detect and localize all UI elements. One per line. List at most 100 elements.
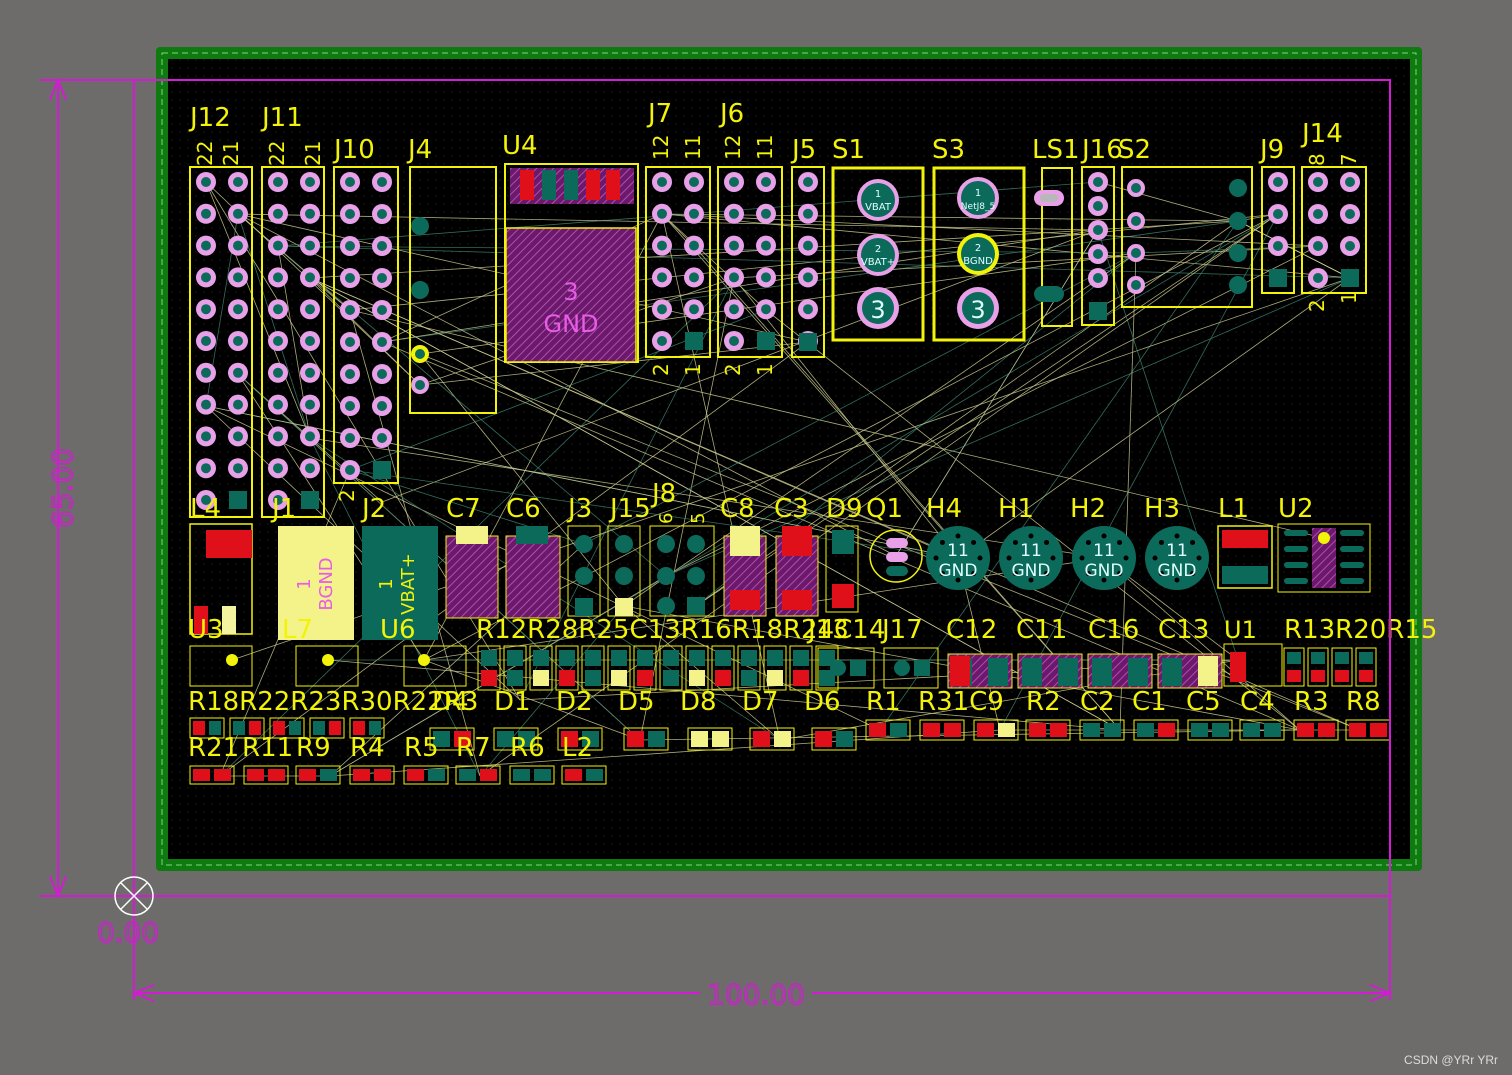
header-pad-hole xyxy=(305,240,315,251)
ref-designator: J13 xyxy=(806,615,849,645)
header-pad-hole xyxy=(1093,225,1103,235)
ref-designator: D7 xyxy=(742,687,779,717)
pin-number: 11 xyxy=(753,135,777,160)
pin-number: 2 xyxy=(1305,299,1329,312)
hole-net-label: GND xyxy=(1085,561,1124,581)
height-dimension-label: 65.00 xyxy=(46,448,79,528)
pin-number: 12 xyxy=(721,135,745,160)
header-pad-hole xyxy=(761,272,771,283)
header-pad-hole xyxy=(201,336,211,346)
ref-designator: R21 xyxy=(188,733,239,763)
ref-designator: R8 xyxy=(1346,687,1381,717)
header-pad-hole xyxy=(689,208,699,219)
header-pad-hole xyxy=(729,240,739,251)
width-dimension-label: 100.00 xyxy=(707,978,805,1011)
header-pad-hole xyxy=(657,304,667,315)
pin-number: 11 xyxy=(681,135,705,160)
ref-designator: LS1 xyxy=(1032,135,1080,165)
s3-switch[interactable]: 1 NetJ8_5 2 BGND 3 xyxy=(957,177,999,329)
ref-designator: J9 xyxy=(1258,135,1284,165)
s3-pad3-num: 3 xyxy=(970,296,985,324)
header-pad-hole xyxy=(273,177,283,187)
ref-designator: L4 xyxy=(190,494,221,524)
ref-designator: C6 xyxy=(506,494,541,524)
s1-pad3-num: 3 xyxy=(870,296,885,324)
ref-designator: C5 xyxy=(1186,687,1221,717)
s3-pad2-num: 2 xyxy=(975,243,981,254)
header-pad[interactable] xyxy=(229,491,247,509)
ref-designator: J17 xyxy=(880,615,923,645)
s1-pad1-num: 1 xyxy=(875,189,881,200)
watermark: CSDN @YRr YRr xyxy=(1404,1053,1498,1067)
ref-designator: H4 xyxy=(926,494,962,524)
header-pad-hole xyxy=(377,209,387,219)
mount-hole-h2[interactable]: 11GND xyxy=(1072,526,1136,590)
header-pad-hole xyxy=(233,399,243,410)
ref-designator: C12 xyxy=(946,615,997,645)
header-pad-hole xyxy=(1093,249,1103,259)
header-pad-hole xyxy=(1345,177,1355,187)
pcb-canvas[interactable]: 3 GND 1 VBAT 2 VBAT+ 3 1 NetJ8_5 2 BGND … xyxy=(0,0,1512,1075)
u4-pad-net: GND xyxy=(543,310,598,338)
header-pad-hole xyxy=(803,177,813,187)
pin-number: 2 xyxy=(721,363,745,376)
header-pad[interactable] xyxy=(799,333,817,351)
header-pad-hole xyxy=(729,272,739,283)
header-pad-hole xyxy=(345,337,355,347)
header-pad-hole xyxy=(201,367,211,378)
header-pad-hole xyxy=(1345,241,1355,251)
mount-hole-h4[interactable]: 11GND xyxy=(926,526,990,590)
mount-hole-h3[interactable]: 11GND xyxy=(1145,526,1209,590)
header-pad-hole xyxy=(273,399,283,410)
ref-designator: Q1 xyxy=(866,494,903,524)
header-pad-hole xyxy=(1273,177,1283,187)
ref-designator: R4 xyxy=(350,733,385,763)
pin-number: 2 xyxy=(335,489,359,502)
ref-designator: J3 xyxy=(566,494,592,524)
ref-designator: D8 xyxy=(680,687,717,717)
j1-pad-num: 1 xyxy=(294,578,315,589)
header-pad-hole xyxy=(201,304,211,315)
header-pad-hole xyxy=(273,431,283,442)
ref-designator: C13 xyxy=(1158,615,1209,645)
header-pad[interactable] xyxy=(757,332,775,350)
header-pad-hole xyxy=(305,463,315,474)
header-pad-hole xyxy=(201,208,211,219)
header-pad[interactable] xyxy=(301,491,319,509)
header-pad-hole xyxy=(201,399,211,410)
header-pad-hole xyxy=(233,304,243,315)
ref-designator: C3 xyxy=(774,494,809,524)
ref-designator: S3 xyxy=(932,135,965,165)
hole-pin-label: 11 xyxy=(1020,541,1042,561)
header-pad-hole xyxy=(729,208,739,219)
header-pad[interactable] xyxy=(1089,302,1107,320)
ref-designator: D9 xyxy=(826,494,863,524)
header-pad-hole xyxy=(305,208,315,219)
ref-designator: R5 xyxy=(404,733,439,763)
header-pad-hole xyxy=(689,240,699,251)
ref-designator: C11 xyxy=(1016,615,1067,645)
ref-designator: H2 xyxy=(1070,494,1106,524)
s1-switch[interactable]: 1 VBAT 2 VBAT+ 3 xyxy=(857,179,899,329)
header-pad-hole xyxy=(305,177,315,187)
ref-designator: J11 xyxy=(260,103,303,133)
header-pad-hole xyxy=(377,401,387,411)
header-pad-hole xyxy=(201,177,211,187)
header-pad-hole xyxy=(233,272,243,283)
header-pad-hole xyxy=(729,336,739,346)
s3-pad1-num: 1 xyxy=(975,188,981,199)
u4-footprint[interactable]: 3 GND xyxy=(505,168,637,363)
ref-designator: C8 xyxy=(720,494,755,524)
header-pad-hole xyxy=(1313,273,1323,283)
header-pad-hole xyxy=(233,463,243,474)
header-pad[interactable] xyxy=(685,332,703,350)
header-pad-hole xyxy=(201,272,211,283)
header-pad-hole xyxy=(657,240,667,251)
header-pad[interactable] xyxy=(1341,269,1359,287)
header-pad-hole xyxy=(761,177,771,187)
mount-hole-h1[interactable]: 11GND xyxy=(999,526,1063,590)
header-pad-hole xyxy=(377,433,387,443)
ref-designator: J1 xyxy=(270,494,296,524)
header-pad[interactable] xyxy=(1269,269,1287,287)
header-pad[interactable] xyxy=(373,461,391,479)
